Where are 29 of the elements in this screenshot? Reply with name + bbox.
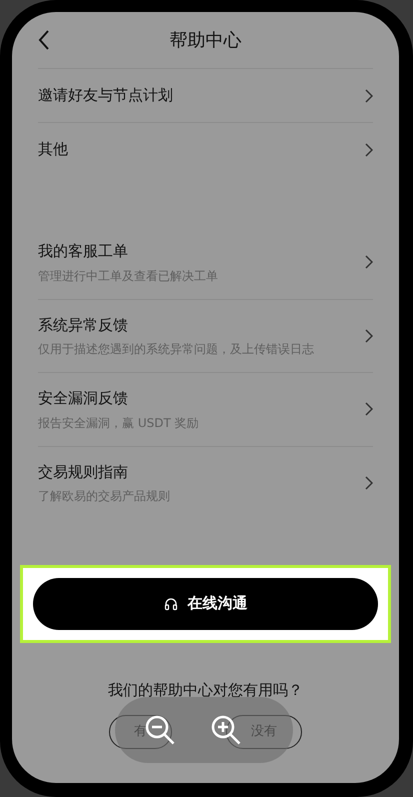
item-title: 系统异常反馈: [38, 314, 129, 336]
item-title: 邀请好友与节点计划: [38, 85, 174, 106]
menu-item[interactable]: 系统异常反馈 仅用于描述您遇到的系统异常问题，及上传错误日志: [38, 298, 373, 372]
back-icon[interactable]: [38, 30, 50, 50]
menu-item[interactable]: 其他: [38, 122, 373, 176]
feedback-question: 我们的帮助中心对您有用吗？: [107, 680, 304, 700]
menu-item[interactable]: 邀请好友与节点计划: [38, 68, 373, 122]
menu-item[interactable]: 安全漏洞反馈 报告安全漏洞，赢 USDT 奖励: [38, 372, 373, 446]
chevron-right-icon: [365, 476, 373, 490]
chevron-right-icon: [365, 255, 373, 270]
chevron-right-icon: [365, 328, 373, 343]
zoom-out-icon[interactable]: [144, 714, 176, 746]
chevron-right-icon: [365, 402, 373, 416]
item-description: 了解欧易的交易产品规则: [38, 488, 171, 505]
item-title: 安全漏洞反馈: [38, 388, 129, 409]
item-description: 报告安全漏洞，赢 USDT 奖励: [38, 414, 200, 432]
zoom-in-icon[interactable]: [210, 714, 242, 746]
item-title: 交易规则指南: [38, 462, 129, 482]
page-title: 帮助中心: [170, 28, 242, 52]
online-chat-button[interactable]: 在线沟通: [33, 578, 378, 630]
item-description: 仅用于描述您遇到的系统异常问题，及上传错误日志: [38, 341, 315, 358]
menu-item[interactable]: 交易规则指南 了解欧易的交易产品规则: [38, 446, 373, 519]
item-title: 我的客服工单: [38, 241, 129, 262]
headset-icon: [164, 596, 178, 610]
item-title: 其他: [38, 139, 69, 160]
chevron-right-icon: [365, 142, 373, 156]
menu-item[interactable]: 我的客服工单 管理进行中工单及查看已解决工单: [38, 226, 373, 298]
item-description: 管理进行中工单及查看已解决工单: [38, 268, 219, 284]
chevron-right-icon: [365, 88, 373, 102]
